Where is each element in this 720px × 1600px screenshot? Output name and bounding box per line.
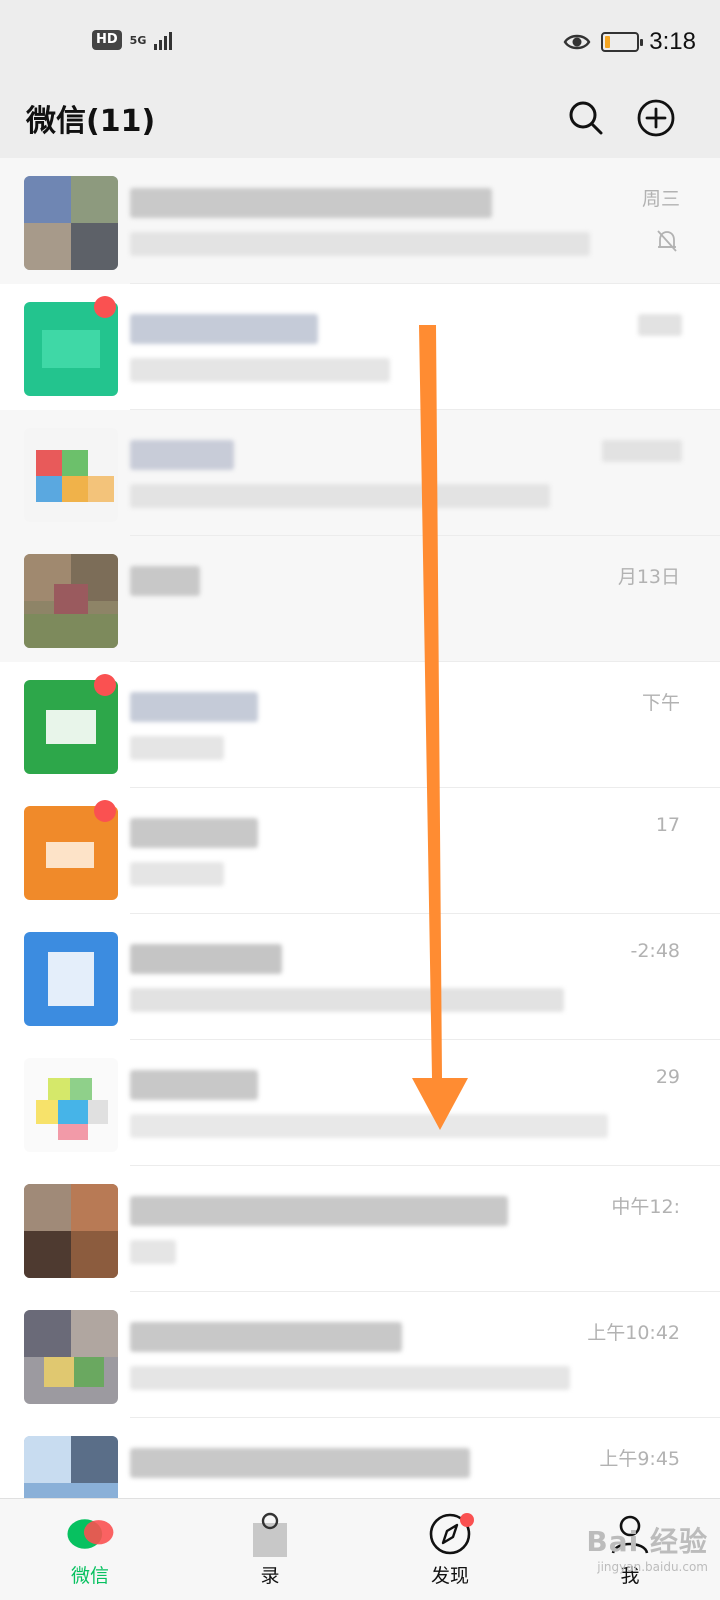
network-type: 5G <box>129 33 147 47</box>
chat-name <box>130 692 258 722</box>
chat-preview <box>130 1240 176 1264</box>
watermark: Bai 经验 jingyan.baidu.com <box>586 1520 708 1574</box>
chat-row[interactable]: 上午9:45 <box>0 1418 720 1498</box>
status-bar: HD 5G 3:18 <box>0 0 720 86</box>
chat-time: 29 <box>655 1066 680 1088</box>
watermark-url: jingyan.baidu.com <box>597 1560 708 1574</box>
tab-label: 录 <box>260 1565 280 1587</box>
chat-row[interactable]: 月13日 <box>0 536 720 662</box>
avatar <box>24 932 118 1026</box>
chat-row[interactable]: 29 <box>0 1040 720 1166</box>
app-header: 微信(11) <box>0 86 720 158</box>
tab-chats[interactable]: 微信 <box>0 1499 180 1600</box>
hd-badge: HD <box>92 30 122 50</box>
chat-row[interactable]: 周三 <box>0 158 720 284</box>
unread-badge <box>94 296 116 318</box>
avatar <box>24 176 118 270</box>
chat-row[interactable]: 17 <box>0 788 720 914</box>
chat-preview <box>130 736 224 760</box>
chat-time: 17 <box>655 814 680 836</box>
chat-name <box>130 566 200 596</box>
plus-circle-icon <box>637 99 675 137</box>
battery-level <box>605 36 611 48</box>
chat-time: 上午10:42 <box>587 1322 680 1344</box>
chat-name <box>130 1070 258 1100</box>
avatar <box>24 428 118 522</box>
avatar <box>24 1058 118 1152</box>
search-button[interactable] <box>562 94 610 142</box>
chat-name <box>130 314 318 344</box>
chat-name <box>130 944 282 974</box>
chat-name <box>130 1196 508 1226</box>
unread-badge <box>94 800 116 822</box>
chat-row[interactable]: -2:48 <box>0 914 720 1040</box>
tab-discover[interactable]: 发现 <box>360 1499 540 1600</box>
status-left: HD 5G <box>92 30 173 50</box>
chat-row[interactable]: 上午10:42 <box>0 1292 720 1418</box>
chat-time <box>638 314 682 336</box>
contacts-icon <box>244 1511 296 1557</box>
chat-preview <box>130 988 564 1012</box>
chat-row[interactable]: 下午 <box>0 662 720 788</box>
mute-bell-icon <box>657 230 677 252</box>
chat-name <box>130 188 492 218</box>
tab-label: 发现 <box>430 1565 469 1587</box>
avatar <box>24 554 118 648</box>
chat-time <box>602 440 682 462</box>
add-button[interactable] <box>632 94 680 142</box>
chat-preview <box>130 484 550 508</box>
chat-preview <box>130 358 390 382</box>
chat-preview <box>130 1366 570 1390</box>
chat-time: 中午12: <box>611 1196 680 1218</box>
chat-time: 月13日 <box>617 566 680 588</box>
battery-icon <box>601 32 644 52</box>
eye-icon <box>563 34 591 50</box>
chat-preview <box>130 232 590 256</box>
unread-badge <box>94 674 116 696</box>
search-icon <box>569 101 603 135</box>
chat-time: 周三 <box>641 188 680 210</box>
avatar <box>24 1310 118 1404</box>
chat-row[interactable] <box>0 284 720 410</box>
chat-name <box>130 440 234 470</box>
avatar <box>24 1184 118 1278</box>
chat-time: 下午 <box>641 692 680 714</box>
new-badge-dot <box>460 1513 474 1527</box>
page-title: 微信(11) <box>26 104 156 139</box>
chat-row[interactable] <box>0 410 720 536</box>
chat-name <box>130 1448 470 1478</box>
chat-time: -2:48 <box>630 940 680 962</box>
tab-contacts[interactable]: 录 <box>180 1499 360 1600</box>
signal-icon <box>154 30 173 50</box>
tab-label: 微信 <box>70 1565 109 1587</box>
chat-preview <box>130 862 224 886</box>
chat-list[interactable]: 周三 月13日 下午 17 -2:48 29 中午12: 上午10:42 上午9… <box>0 158 720 1498</box>
chat-bubbles-icon <box>64 1511 116 1557</box>
compass-icon <box>424 1511 476 1557</box>
chat-time: 上午9:45 <box>599 1448 680 1470</box>
chat-name <box>130 1322 402 1352</box>
chat-name <box>130 818 258 848</box>
chat-preview <box>130 1114 608 1138</box>
watermark-main: Bai 经验 <box>586 1525 708 1558</box>
status-right: 3:18 <box>563 28 696 56</box>
status-time: 3:18 <box>649 28 696 55</box>
avatar <box>24 1436 118 1498</box>
chat-row[interactable]: 中午12: <box>0 1166 720 1292</box>
